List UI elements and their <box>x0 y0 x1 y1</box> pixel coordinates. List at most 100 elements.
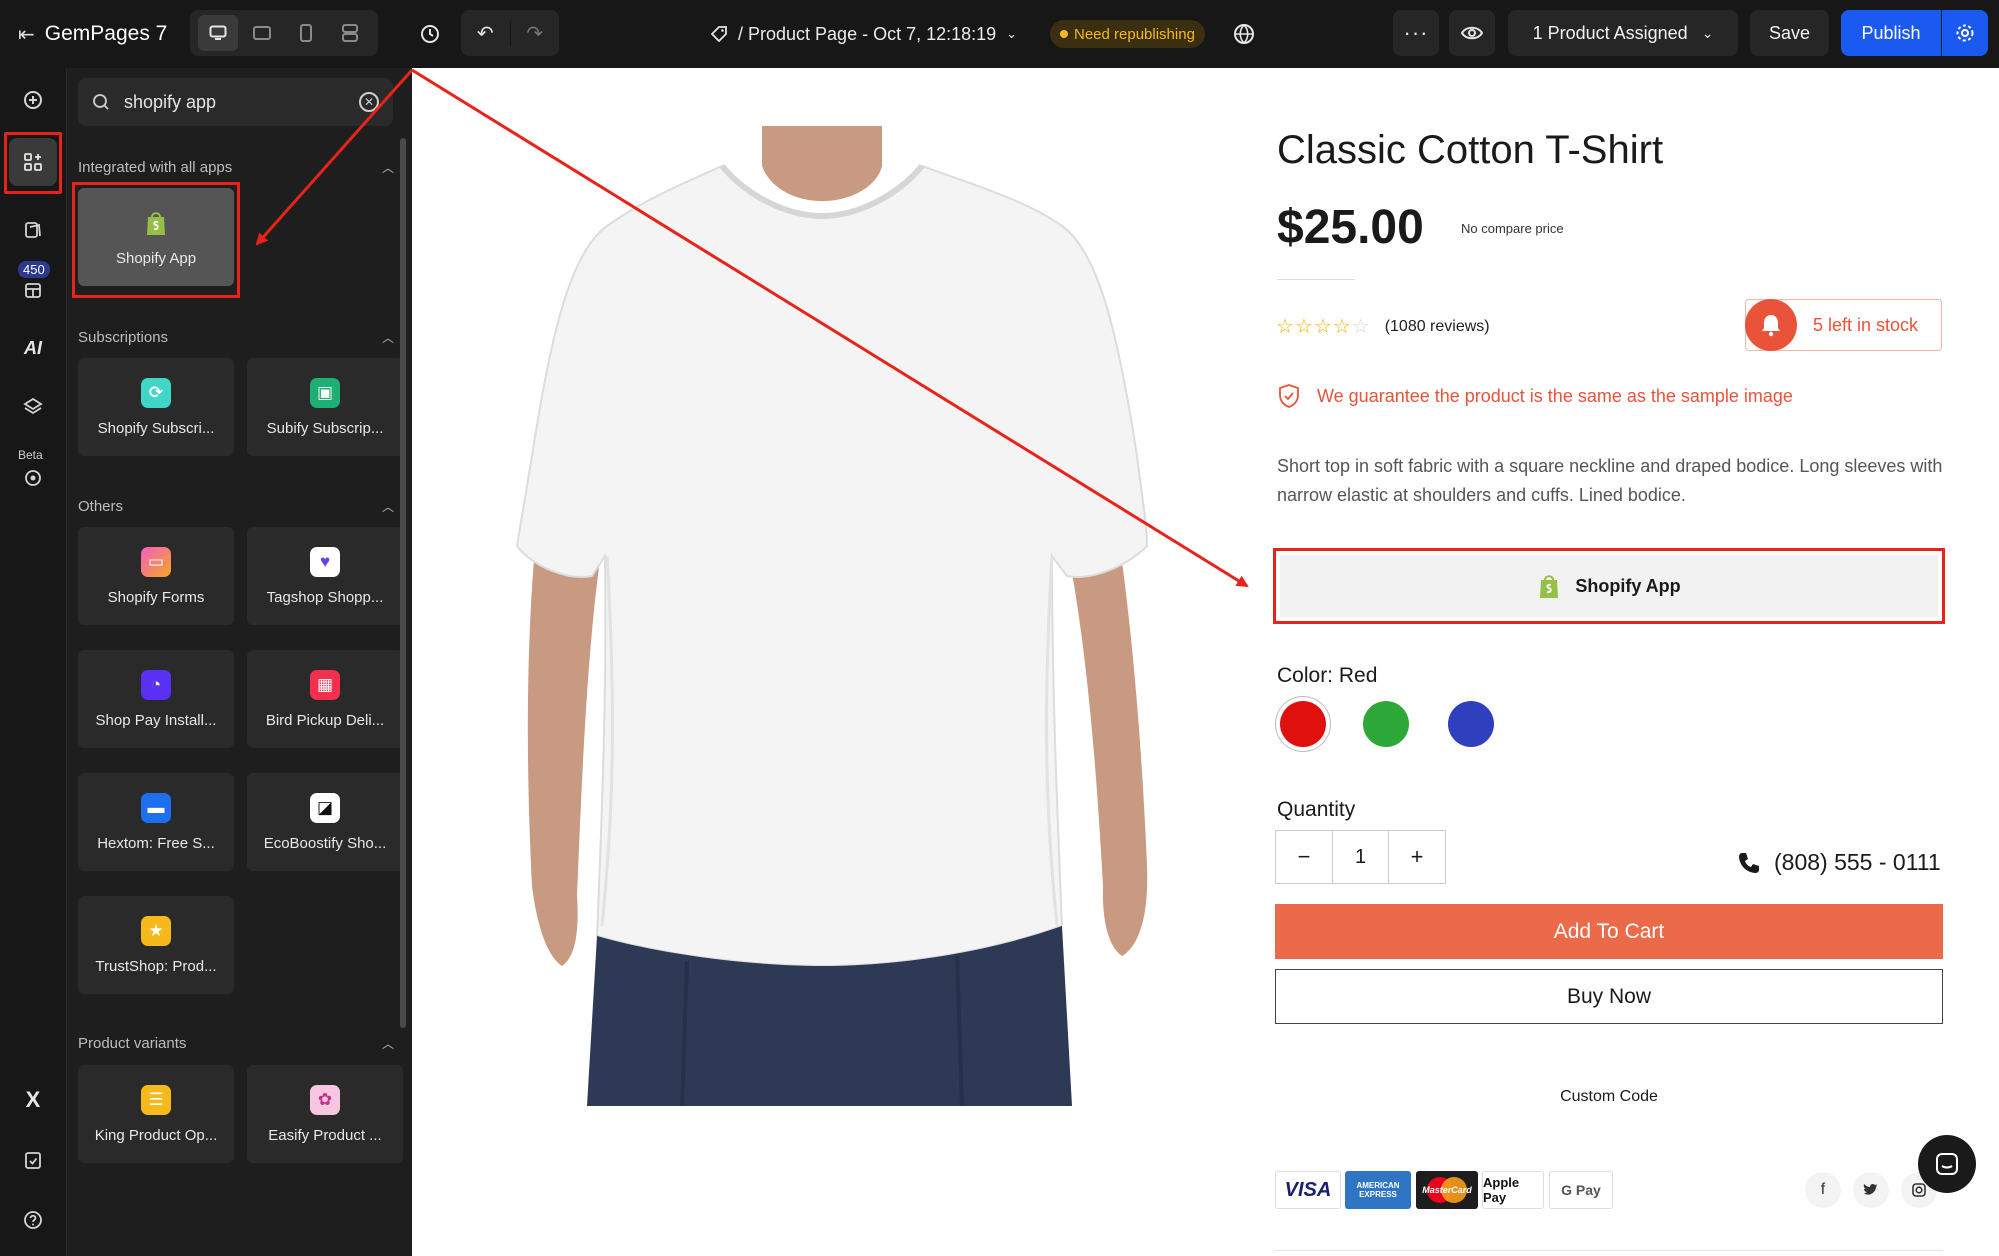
translate-button[interactable] <box>1228 18 1260 50</box>
chevron-down-icon: ⌄ <box>1006 26 1018 41</box>
search-field[interactable]: shopify app ✕ <box>78 78 393 126</box>
product-image[interactable] <box>507 126 1167 1107</box>
color-swatch-blue[interactable] <box>1448 701 1494 747</box>
product-assigned-dropdown[interactable]: 1 Product Assigned ⌄ <box>1508 10 1738 56</box>
rating-stars: ☆☆☆☆☆ <box>1276 314 1371 339</box>
app-name: GemPages 7 <box>44 22 168 45</box>
app-card-tagshop[interactable]: ♥ Tagshop Shopp... <box>247 527 403 625</box>
phone-text: (808) 555 - 0111 <box>1774 849 1941 875</box>
clear-search-icon[interactable]: ✕ <box>359 92 379 112</box>
product-description[interactable]: Short top in soft fabric with a square n… <box>1277 452 1943 510</box>
phone-number[interactable]: (808) 555 - 0111 <box>1736 849 1941 876</box>
tablet-landscape-view-button[interactable] <box>242 15 282 51</box>
chevron-up-icon[interactable]: ︿ <box>382 329 394 346</box>
top-bar: ⇤ GemPages 7 ↶ ↷ / Product Page - Oct 7,… <box>0 0 1999 68</box>
quantity-input[interactable]: 1 <box>1332 831 1389 883</box>
chevron-up-icon[interactable]: ︿ <box>382 159 394 176</box>
location-button[interactable] <box>13 458 53 498</box>
compare-price: No compare price <box>1461 221 1564 236</box>
quantity-stepper: − 1 + <box>1275 830 1446 884</box>
mastercard-label: MasterCard <box>1422 1185 1472 1195</box>
pages-button[interactable] <box>13 210 53 250</box>
app-card-label: TrustShop: Prod... <box>95 957 217 975</box>
layers-button[interactable] <box>13 386 53 426</box>
increase-quantity-button[interactable]: + <box>1389 831 1445 883</box>
sections-button[interactable] <box>13 270 53 310</box>
panel-scrollbar[interactable] <box>400 138 406 1028</box>
ai-button[interactable]: AI <box>13 328 53 368</box>
phone-icon <box>1739 852 1759 873</box>
subify-icon: ▣ <box>310 377 340 408</box>
product-price[interactable]: $25.00 <box>1277 200 1424 255</box>
mobile-view-button[interactable] <box>286 15 326 51</box>
app-card-label: Shop Pay Install... <box>95 711 217 729</box>
app-card-subify[interactable]: ▣ Subify Subscrip... <box>247 358 403 456</box>
device-switcher <box>190 10 378 56</box>
app-card-easify[interactable]: ✿ Easify Product ... <box>247 1065 403 1163</box>
shopify-app-block[interactable]: Shopify App <box>1273 548 1945 624</box>
section-header-others[interactable]: Others ︿ <box>78 498 394 515</box>
x-button[interactable]: X <box>13 1080 53 1120</box>
section-header-subscriptions[interactable]: Subscriptions ︿ <box>78 329 394 346</box>
undo-redo-group: ↶ ↷ <box>461 10 559 56</box>
tag-icon <box>710 26 727 43</box>
app-card-shop-pay[interactable]: ◔ Shop Pay Install... <box>78 650 234 748</box>
decrease-quantity-button[interactable]: − <box>1276 831 1332 883</box>
search-input[interactable]: shopify app <box>124 92 216 113</box>
star-icon: ☆ <box>1276 316 1295 338</box>
guarantee-notice[interactable]: We guarantee the product is the same as … <box>1277 383 1793 409</box>
more-options-button[interactable]: ··· <box>1393 10 1439 56</box>
selected-card-highlight <box>72 182 240 298</box>
history-button[interactable] <box>410 14 450 54</box>
section-divider <box>1275 1250 1943 1251</box>
star-icon: ☆ <box>1294 316 1314 338</box>
color-label-value: Red <box>1338 664 1378 687</box>
buy-now-button[interactable]: Buy Now <box>1275 969 1943 1024</box>
shopify-app-label: Shopify App <box>1575 575 1681 596</box>
king-product-options-icon: ☰ <box>141 1084 171 1115</box>
star-icon: ☆ <box>1332 316 1352 338</box>
help-icon <box>24 1211 42 1229</box>
app-card-shopify-forms[interactable]: ▭ Shopify Forms <box>78 527 234 625</box>
section-header-integrated[interactable]: Integrated with all apps ︿ <box>78 159 394 176</box>
apps-button-highlight <box>4 132 62 194</box>
redo-button[interactable]: ↷ <box>509 20 560 46</box>
section-header-product-variants[interactable]: Product variants ︿ <box>78 1035 394 1052</box>
save-button[interactable]: Save <box>1750 10 1829 56</box>
publish-settings-button[interactable] <box>1942 10 1988 56</box>
app-card-bird-pickup[interactable]: ▦ Bird Pickup Deli... <box>247 650 403 748</box>
app-card-shopify-subscriptions[interactable]: ⟳ Shopify Subscri... <box>78 358 234 456</box>
facebook-icon[interactable]: f <box>1805 1172 1841 1208</box>
exit-icon[interactable]: ⇤ <box>18 22 35 47</box>
color-swatch-green[interactable] <box>1363 701 1409 747</box>
desktop-view-button[interactable] <box>198 15 238 51</box>
ecoboostify-icon: ◪ <box>310 792 340 823</box>
search-icon <box>93 94 109 110</box>
help-button[interactable] <box>13 1200 53 1240</box>
app-card-king-product-options[interactable]: ☰ King Product Op... <box>78 1065 234 1163</box>
twitter-icon[interactable] <box>1853 1172 1889 1208</box>
checklist-button[interactable] <box>13 1140 53 1180</box>
page-selector[interactable]: / Product Page - Oct 7, 12:18:19 ⌄ <box>710 18 1017 50</box>
stock-text: 5 left in stock <box>1813 314 1919 335</box>
product-rating[interactable]: ☆☆☆☆☆ (1080 reviews) <box>1276 314 1490 339</box>
color-swatch-red[interactable] <box>1280 701 1326 747</box>
chevron-up-icon[interactable]: ︿ <box>382 498 394 515</box>
google-pay-icon: G Pay <box>1549 1171 1613 1209</box>
app-card-trustshop[interactable]: ★ TrustShop: Prod... <box>78 896 234 994</box>
preview-button[interactable] <box>1449 10 1495 56</box>
add-to-cart-button[interactable]: Add To Cart <box>1275 904 1943 959</box>
add-element-button[interactable] <box>13 80 53 120</box>
custom-code-block[interactable]: Custom Code <box>1275 1088 1943 1106</box>
undo-button[interactable]: ↶ <box>461 21 510 46</box>
chevron-up-icon[interactable]: ︿ <box>382 1035 394 1052</box>
product-title[interactable]: Classic Cotton T-Shirt <box>1277 128 1663 173</box>
chat-launcher-button[interactable] <box>1918 1135 1976 1193</box>
app-logo[interactable]: ⇤ GemPages 7 <box>18 18 167 50</box>
app-card-hextom[interactable]: ▬ Hextom: Free S... <box>78 773 234 871</box>
stock-counter[interactable]: 5 left in stock <box>1745 299 1942 351</box>
publish-button[interactable]: Publish <box>1841 10 1941 56</box>
shield-check-icon <box>1279 384 1299 408</box>
app-card-ecoboostify[interactable]: ◪ EcoBoostify Sho... <box>247 773 403 871</box>
custom-view-button[interactable] <box>330 15 370 51</box>
